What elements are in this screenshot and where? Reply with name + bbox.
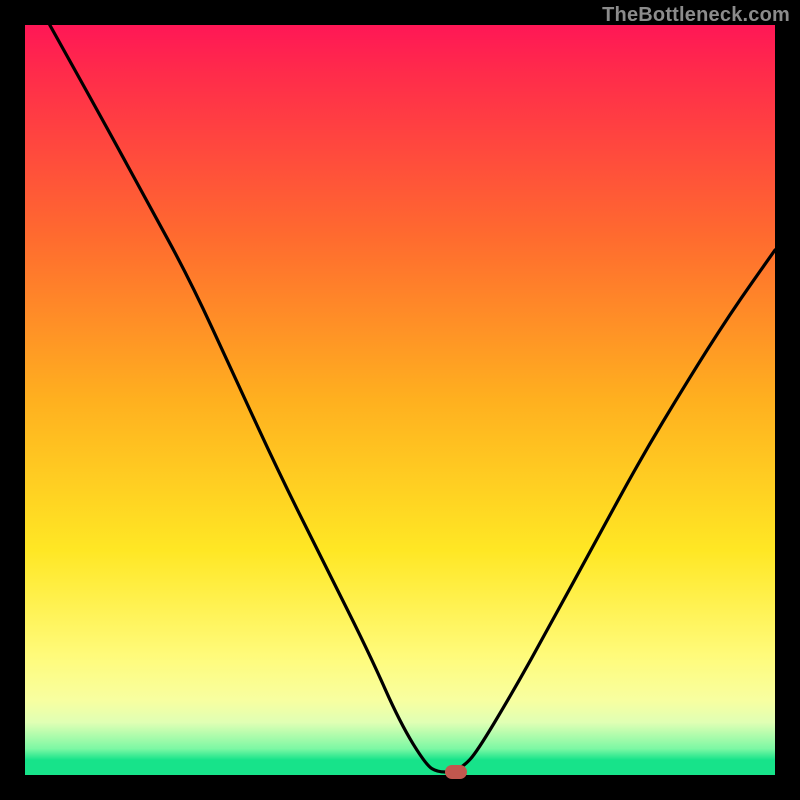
optimal-marker [445,765,467,779]
curve-svg [25,25,775,775]
watermark-text: TheBottleneck.com [602,4,790,27]
bottleneck-curve-path [50,25,775,772]
chart-frame: TheBottleneck.com [0,0,800,800]
